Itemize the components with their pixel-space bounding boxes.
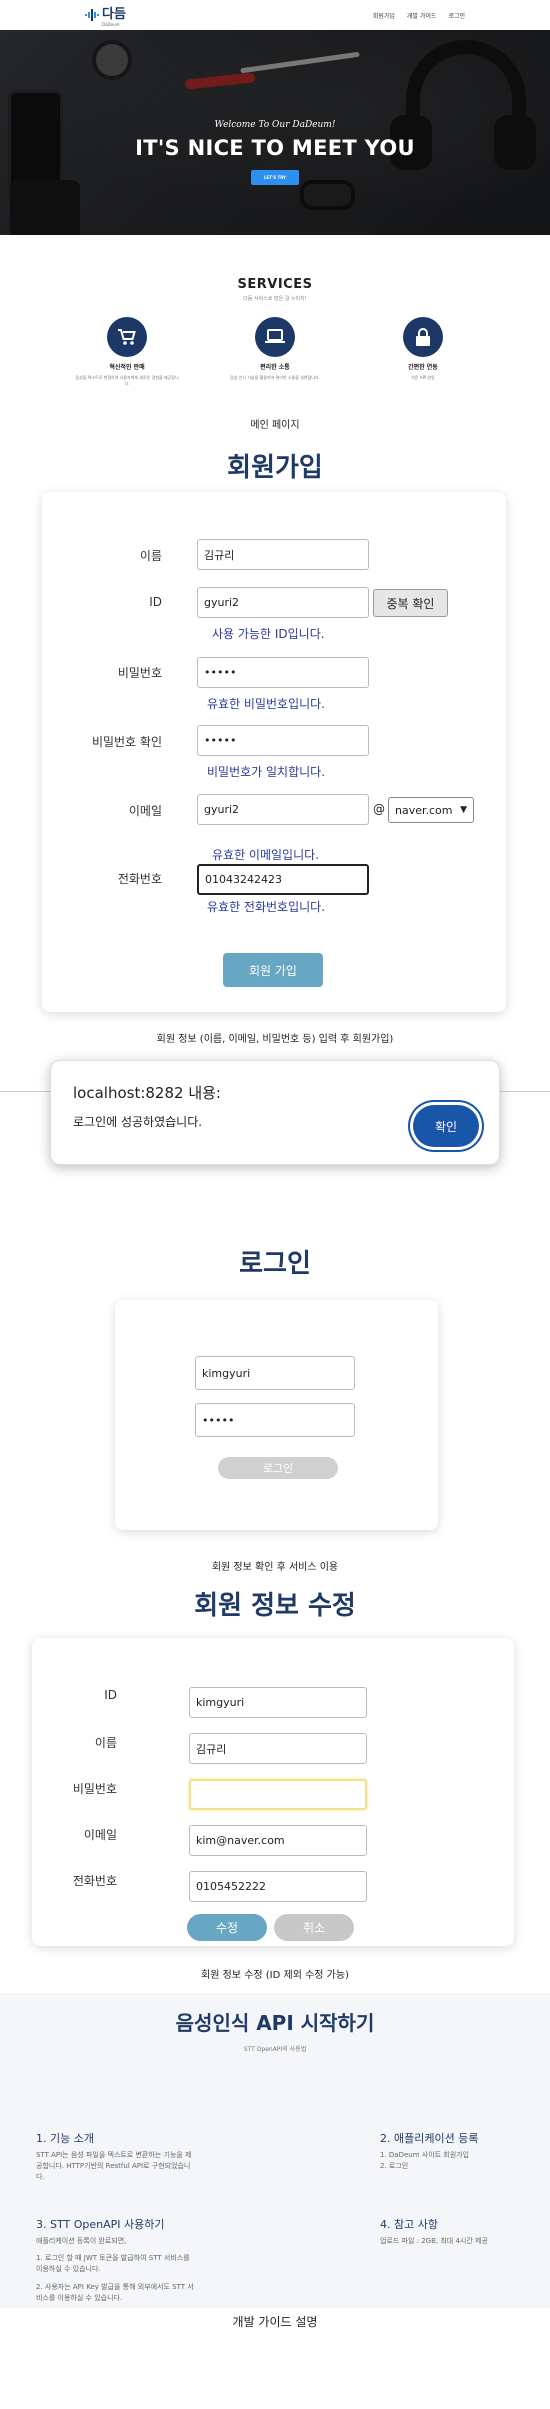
service-desc: 쉬운 API 연동 xyxy=(411,375,435,380)
section-body-line: 1. 로그인 할 때 JWT 토큰을 발급하여 STT 서비스를 이용하실 수 … xyxy=(36,2254,190,2274)
service-desc: 음성 인식 기술을 활용하여 편리한 소통을 실현합니다. xyxy=(230,375,320,380)
signup-title: 회원가입 xyxy=(227,453,323,483)
chevron-down-icon: ▼ xyxy=(460,805,467,815)
laptop-icon xyxy=(255,317,295,357)
brand-logo[interactable]: 다듬 DaDeum xyxy=(85,3,126,27)
api-section-usage: 3. STT OpenAPI 사용하기 애플리케이션 등록이 완료되면, 1. … xyxy=(36,2216,196,2304)
waveform-icon xyxy=(85,9,99,21)
alert-message: 로그인에 성공하였습니다. xyxy=(73,1115,203,1129)
edit-cancel-button[interactable]: 취소 xyxy=(274,1914,354,1941)
api-guide-section: 음성인식 API 시작하기 STT OpenAPI의 사용법 1. 기능 소개 … xyxy=(0,1993,550,2308)
section-body-line: 2. 로그인 xyxy=(380,2162,409,2171)
section-heading: 4. 참고 사항 xyxy=(380,2218,438,2231)
cart-icon xyxy=(107,317,147,357)
service-item: 간편한 연동 쉬운 API 연동 xyxy=(369,317,477,387)
service-item: 혁신적인 판매 음성을 텍스트로 변환하여 사용자에게 새로운 경험을 제공합니… xyxy=(73,317,181,387)
login-button[interactable]: 로그인 xyxy=(218,1457,338,1479)
edit-profile-form: ID kimgyuri 이름 김규리 비밀번호 이메일 kim@naver.co… xyxy=(32,1638,514,1946)
alert-ok-button[interactable]: 확인 xyxy=(413,1105,479,1147)
password-match-message: 비밀번호가 일치합니다. xyxy=(207,765,326,779)
section-heading: 3. STT OpenAPI 사용하기 xyxy=(36,2218,165,2231)
id-label: ID xyxy=(149,595,162,609)
password-valid-message: 유효한 비밀번호입니다. xyxy=(207,697,326,711)
phone-label: 전화번호 xyxy=(117,872,162,886)
phone-input[interactable]: 01043242423 xyxy=(197,864,369,895)
password-confirm-input[interactable]: ••••• xyxy=(197,725,369,756)
edit-password-label: 비밀번호 xyxy=(72,1782,117,1796)
email-label: 이메일 xyxy=(128,804,162,818)
password-label: 비밀번호 xyxy=(117,666,162,680)
email-domain-value: naver.com xyxy=(395,803,453,817)
edit-email-label: 이메일 xyxy=(83,1828,117,1842)
service-name: 혁신적인 판매 xyxy=(109,364,145,371)
edit-title: 회원 정보 수정 xyxy=(194,1591,356,1621)
api-section-register: 2. 애플리케이션 등록 1. DaDeum 사이트 회원가입 2. 로그인 xyxy=(380,2130,520,2172)
signup-caption: 회원 정보 (이름, 이메일, 비밀번호 등) 입력 후 회원가입) xyxy=(156,1034,394,1045)
lock-icon xyxy=(403,317,443,357)
edit-password-input[interactable] xyxy=(189,1779,367,1810)
section-body-line: 1. DaDeum 사이트 회원가입 xyxy=(380,2151,470,2159)
service-name: 편리한 소통 xyxy=(260,364,290,371)
main-page-caption: 메인 페이지 xyxy=(250,420,300,431)
service-name: 간편한 연동 xyxy=(408,364,438,371)
name-input[interactable]: 김규리 xyxy=(197,539,369,570)
section-body: STT API는 음성 파일을 텍스트로 변환하는 기능을 제공합니다. HTT… xyxy=(36,2151,192,2182)
section-body-line: 2. 사용자는 API Key 발급을 통해 외부에서도 STT 서비스를 이용… xyxy=(36,2282,194,2302)
api-section-features: 1. 기능 소개 STT API는 음성 파일을 텍스트로 변환하는 기능을 제… xyxy=(36,2130,196,2184)
hero-title: IT'S NICE TO MEET YOU xyxy=(135,136,415,160)
id-input[interactable]: gyuri2 xyxy=(197,587,369,618)
name-label: 이름 xyxy=(139,549,162,563)
service-desc: 음성을 텍스트로 변환하여 사용자에게 새로운 경험을 제공합니다. xyxy=(75,375,179,386)
lets-try-button[interactable]: LET'S TRY xyxy=(251,170,299,185)
section-heading: 2. 애플리케이션 등록 xyxy=(380,2132,479,2145)
brand-name: 다듬 xyxy=(102,7,126,22)
edit-caption: 회원 정보 수정 (ID 제외 수정 가능) xyxy=(201,1970,349,1981)
signup-submit-button[interactable]: 회원 가입 xyxy=(223,953,323,987)
nav-link-dev-guide[interactable]: 개발 가이드 xyxy=(407,11,437,20)
edit-email-input[interactable]: kim@naver.com xyxy=(189,1825,367,1856)
password-input[interactable]: ••••• xyxy=(197,657,369,688)
hero-banner: Welcome To Our DaDeum! IT'S NICE TO MEET… xyxy=(0,30,550,235)
api-guide-title: 음성인식 API 시작하기 xyxy=(175,2011,375,2035)
services-section: SERVICES 다듬 서비스로 많은 걸 누리자! 혁신적인 판매 음성을 텍… xyxy=(0,235,550,418)
edit-id-label: ID xyxy=(104,1688,117,1702)
guide-caption: 개발 가이드 설명 xyxy=(232,2315,318,2329)
login-form: kimgyuri ••••• 로그인 xyxy=(115,1300,438,1530)
login-title: 로그인 xyxy=(239,1249,311,1279)
edit-id-input[interactable]: kimgyuri xyxy=(189,1687,367,1718)
signup-form: 이름 김규리 ID gyuri2 중복 확인 사용 가능한 ID입니다. 비밀번… xyxy=(42,492,506,1012)
alert-region: localhost:8282 내용: 로그인에 성공하였습니다. 확인 xyxy=(0,1055,550,1175)
section-body-line: 애플리케이션 등록이 완료되면, xyxy=(36,2237,127,2245)
service-item: 편리한 소통 음성 인식 기술을 활용하여 편리한 소통을 실현합니다. xyxy=(221,317,329,387)
section-body: 업로드 파일 : 2GB, 최대 4시간 제공 xyxy=(380,2237,488,2245)
nav-link-login[interactable]: 로그인 xyxy=(448,11,465,20)
edit-name-input[interactable]: 김규리 xyxy=(189,1733,367,1764)
edit-save-button[interactable]: 수정 xyxy=(187,1914,267,1941)
section-heading: 1. 기능 소개 xyxy=(36,2132,94,2145)
email-valid-message: 유효한 이메일입니다. xyxy=(212,848,319,862)
phone-valid-message: 유효한 전화번호입니다. xyxy=(207,900,326,914)
duplicate-check-button[interactable]: 중복 확인 xyxy=(373,589,448,617)
alert-title: localhost:8282 내용: xyxy=(73,1084,221,1102)
brand-subname: DaDeum xyxy=(102,22,120,27)
services-subtitle: 다듬 서비스로 많은 걸 누리자! xyxy=(243,296,307,302)
services-title: SERVICES xyxy=(237,277,313,292)
edit-phone-label: 전화번호 xyxy=(72,1874,117,1888)
login-caption: 회원 정보 확인 후 서비스 이용 xyxy=(211,1562,339,1573)
top-nav: 다듬 DaDeum 회원가입 개발 가이드 로그인 xyxy=(0,0,550,30)
email-input[interactable]: gyuri2 xyxy=(197,794,369,825)
login-id-input[interactable]: kimgyuri xyxy=(195,1356,355,1390)
edit-name-label: 이름 xyxy=(94,1736,117,1750)
email-domain-select[interactable]: naver.com ▼ xyxy=(388,797,474,823)
hero-subtitle: Welcome To Our DaDeum! xyxy=(214,120,336,130)
id-valid-message: 사용 가능한 ID입니다. xyxy=(212,627,325,641)
alert-dialog: localhost:8282 내용: 로그인에 성공하였습니다. 확인 xyxy=(50,1060,500,1165)
nav-link-signup[interactable]: 회원가입 xyxy=(373,11,395,20)
login-password-input[interactable]: ••••• xyxy=(195,1403,355,1437)
edit-phone-input[interactable]: 0105452222 xyxy=(189,1871,367,1902)
email-at-sign: @ xyxy=(373,802,385,816)
password-confirm-label: 비밀번호 확인 xyxy=(91,735,162,749)
api-section-notes: 4. 참고 사항 업로드 파일 : 2GB, 최대 4시간 제공 xyxy=(380,2216,520,2247)
api-guide-subtitle: STT OpenAPI의 사용법 xyxy=(243,2046,307,2053)
